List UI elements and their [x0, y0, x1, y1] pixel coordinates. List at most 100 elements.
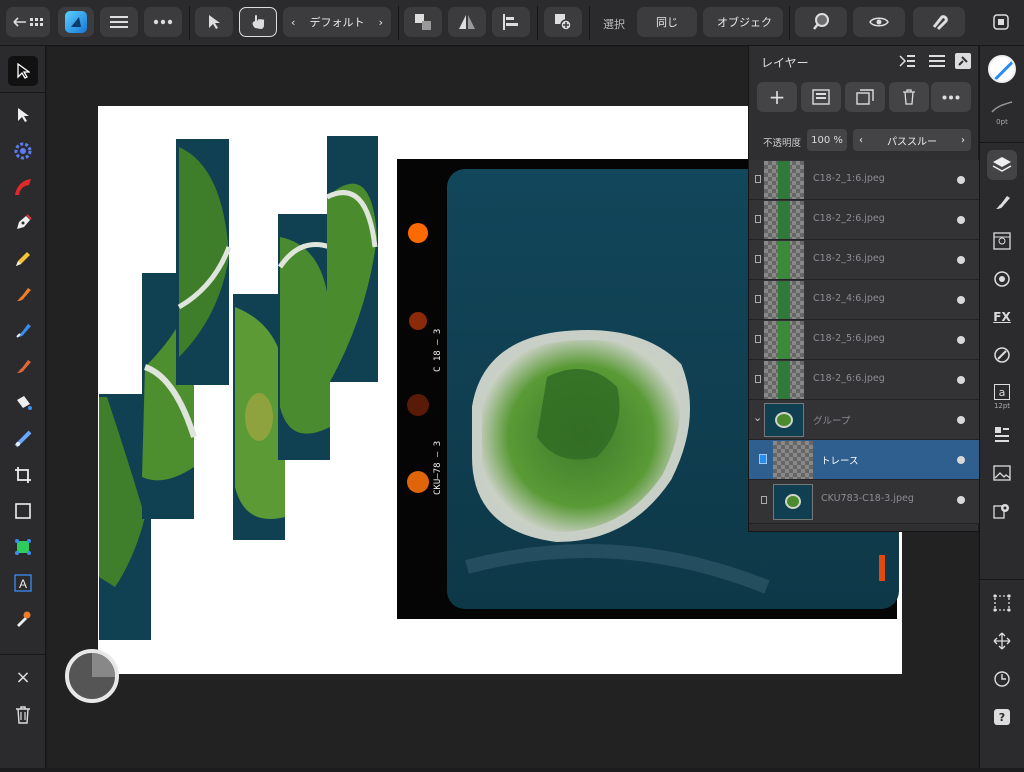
select-same-button[interactable]: 同じ	[637, 7, 697, 37]
delete-button[interactable]	[8, 700, 38, 730]
pencil-tool[interactable]	[8, 244, 38, 274]
panel-menu-icon[interactable]	[929, 54, 945, 68]
insert-icon	[555, 14, 572, 31]
fill-tool[interactable]	[8, 316, 38, 346]
visibility-toggle[interactable]	[957, 256, 965, 264]
more-dots-icon	[153, 19, 173, 25]
layer-row[interactable]: C18-2_5:6.jpeg	[749, 320, 979, 360]
stock-studio-button[interactable]	[987, 458, 1017, 488]
chevron-left-icon[interactable]: ‹	[291, 16, 295, 29]
layer-row[interactable]: C18-2_4:6.jpeg	[749, 280, 979, 320]
arrange-button[interactable]	[404, 7, 442, 37]
chevron-right-icon[interactable]: ›	[379, 16, 383, 29]
view-mode-button[interactable]	[853, 7, 905, 37]
studio-toggle-button[interactable]	[987, 7, 1015, 37]
align-button[interactable]	[492, 7, 530, 37]
color-picker-tool[interactable]	[8, 604, 38, 634]
right-studio-toolbar: 0pt FX a 12pt ?	[979, 46, 1024, 768]
snapping-grid-button[interactable]	[987, 588, 1017, 618]
style-preset-selector[interactable]: ‹ デフォルト ›	[283, 7, 391, 37]
symbols-studio-button[interactable]	[987, 264, 1017, 294]
chevron-left-icon[interactable]: ‹	[859, 135, 863, 146]
crop-tool[interactable]	[8, 460, 38, 490]
layers-studio-button[interactable]	[987, 150, 1017, 180]
visibility-toggle[interactable]	[957, 416, 965, 424]
add-pixel-layer-button[interactable]	[801, 82, 841, 112]
visibility-toggle[interactable]	[957, 296, 965, 304]
designer-persona-button[interactable]	[58, 7, 94, 37]
layer-stack-icon	[812, 89, 830, 105]
visibility-toggle[interactable]	[957, 176, 965, 184]
add-group-button[interactable]	[845, 82, 885, 112]
layer-row[interactable]: C18-2_6:6.jpeg	[749, 360, 979, 400]
visibility-toggle[interactable]	[957, 216, 965, 224]
close-button[interactable]: ×	[8, 662, 38, 692]
corner-tool[interactable]	[8, 136, 38, 166]
node-tool[interactable]	[8, 100, 38, 130]
layer-row[interactable]: C18-2_1:6.jpeg	[749, 160, 979, 200]
transform-studio-button[interactable]	[987, 420, 1017, 450]
document-menu-button[interactable]	[100, 7, 138, 37]
vector-pen-tool[interactable]	[8, 208, 38, 238]
gear-corner-icon	[14, 142, 32, 160]
layer-name: C18-2_5:6.jpeg	[813, 333, 885, 344]
image-layer-icon	[755, 375, 761, 383]
pencil-icon	[16, 252, 30, 266]
zoom-button[interactable]	[795, 7, 847, 37]
text-tool[interactable]: A	[8, 568, 38, 598]
corner-control[interactable]	[65, 649, 119, 703]
chevron-right-icon[interactable]: ›	[961, 135, 965, 146]
opacity-field[interactable]: 100 %	[807, 129, 847, 151]
layer-row[interactable]: C18-2_3:6.jpeg	[749, 240, 979, 280]
select-label: 選択	[603, 18, 625, 31]
paint-brush-tool[interactable]	[8, 352, 38, 382]
vector-brush-tool[interactable]	[8, 280, 38, 310]
visibility-toggle[interactable]	[957, 496, 965, 504]
more-options-button[interactable]	[144, 7, 182, 37]
flip-button[interactable]	[448, 7, 486, 37]
color-swatch[interactable]	[987, 54, 1017, 84]
insert-button[interactable]	[544, 7, 582, 37]
styles-studio-button[interactable]	[987, 340, 1017, 370]
rectangle-icon	[15, 503, 31, 519]
gradient-tool[interactable]	[8, 424, 38, 454]
brush-icon	[996, 196, 1010, 209]
rectangle-tool[interactable]	[8, 496, 38, 526]
settings-studio-button[interactable]	[987, 496, 1017, 526]
visibility-toggle[interactable]	[957, 376, 965, 384]
chevron-down-icon[interactable]: ⌄	[753, 411, 762, 424]
effects-studio-button[interactable]: FX	[987, 302, 1017, 332]
move-tool[interactable]	[8, 56, 38, 86]
appearance-studio-button[interactable]	[987, 226, 1017, 256]
history-button[interactable]	[987, 664, 1017, 694]
delete-layer-button[interactable]	[889, 82, 929, 112]
blend-mode-selector[interactable]: ‹ パススルー ›	[853, 129, 971, 151]
snapping-button[interactable]	[913, 7, 965, 37]
visibility-toggle[interactable]	[957, 336, 965, 344]
erase-tool[interactable]	[8, 388, 38, 418]
layer-name: C18-2_4:6.jpeg	[813, 293, 885, 304]
pin-icon[interactable]	[955, 53, 971, 69]
layer-row[interactable]: C18-2_2:6.jpeg	[749, 200, 979, 240]
stroke-width-control[interactable]: 0pt	[987, 92, 1017, 134]
text-studio-button[interactable]: a 12pt	[987, 378, 1017, 416]
layer-options-icon[interactable]	[899, 54, 915, 68]
brushes-studio-button[interactable]	[987, 188, 1017, 218]
gear-icon	[993, 504, 1009, 519]
place-image-tool[interactable]	[8, 532, 38, 562]
layer-name: C18-2_2:6.jpeg	[813, 213, 885, 224]
add-layer-button[interactable]: +	[757, 82, 797, 112]
touch-mode-button[interactable]	[239, 7, 277, 37]
layer-row-group[interactable]: ⌄ グループ	[749, 400, 979, 440]
select-object-button[interactable]: オブジェク	[703, 7, 783, 37]
layer-row-selected[interactable]: トレース	[749, 440, 979, 480]
help-button[interactable]: ?	[987, 702, 1017, 732]
cursor-outline-icon	[17, 63, 30, 79]
layer-row[interactable]: CKU783-C18-3.jpeg	[749, 480, 979, 524]
back-to-gallery-button[interactable]	[6, 7, 50, 37]
visibility-toggle[interactable]	[957, 456, 965, 464]
navigator-button[interactable]	[987, 626, 1017, 656]
move-tool-button[interactable]	[195, 7, 233, 37]
pen-tool[interactable]	[8, 172, 38, 202]
layer-more-button[interactable]	[931, 82, 971, 112]
